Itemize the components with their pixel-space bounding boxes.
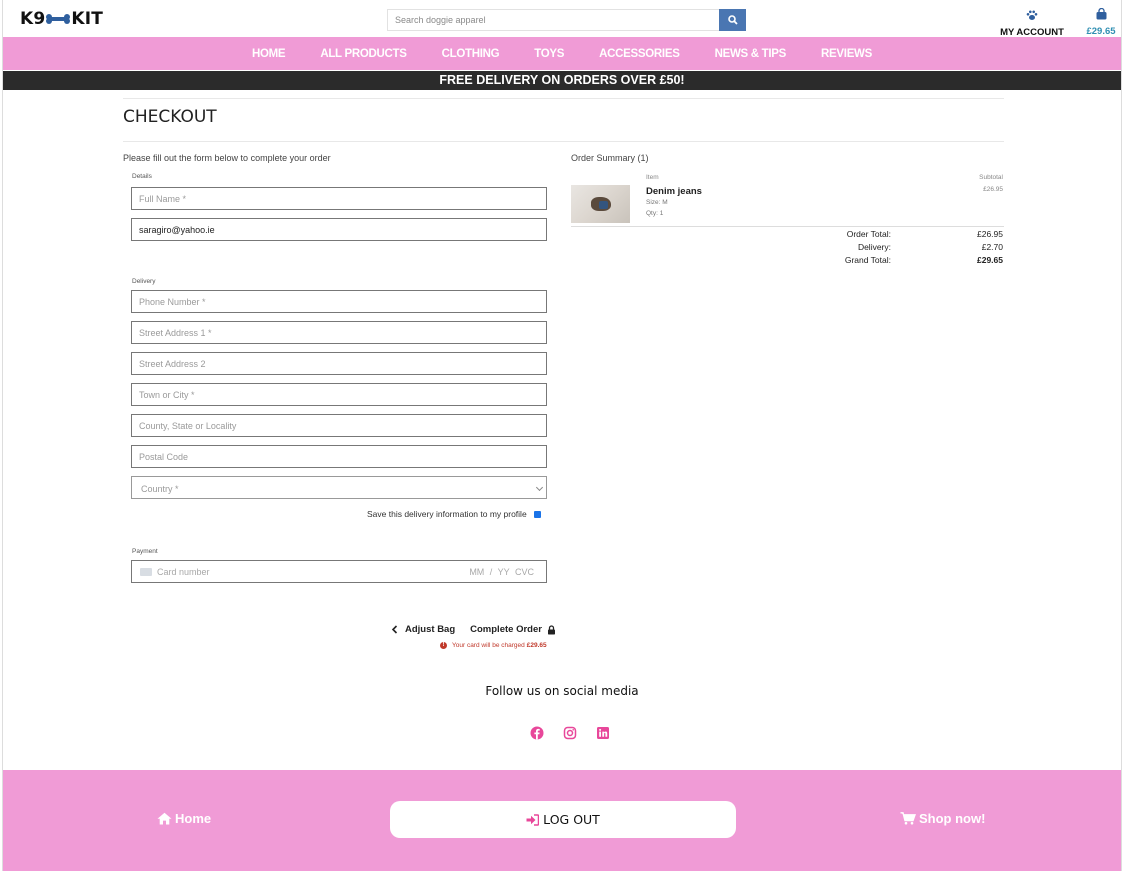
my-account-link[interactable]: MY ACCOUNT <box>1000 8 1064 38</box>
adjust-bag-button[interactable]: Adjust Bag <box>391 624 455 635</box>
bone-icon <box>46 13 71 25</box>
credit-card-icon <box>140 568 152 576</box>
full-name-field[interactable] <box>131 187 547 210</box>
sign-in-icon <box>526 813 540 826</box>
complete-order-button[interactable]: Complete Order <box>470 624 556 635</box>
footer-shop-label: Shop now! <box>919 811 986 826</box>
charge-note: Your card will be charged <box>452 642 525 649</box>
home-icon <box>157 812 172 825</box>
social-heading: Follow us on social media <box>485 684 639 698</box>
form-instructions: Please fill out the form below to comple… <box>123 153 331 163</box>
bag-total: £29.65 <box>1086 26 1116 37</box>
town-city-field[interactable] <box>131 383 547 406</box>
save-info-label: Save this delivery information to my pro… <box>367 509 527 519</box>
street-address-1-field[interactable] <box>131 321 547 344</box>
email-field[interactable] <box>131 218 547 241</box>
nav-home[interactable]: HOME <box>252 48 286 60</box>
nav-news-tips[interactable]: NEWS & TIPS <box>715 48 787 60</box>
linkedin-icon[interactable] <box>596 726 610 740</box>
save-info-row: Save this delivery information to my pro… <box>367 509 541 519</box>
charge-notice: ! Your card will be charged £29.65 <box>440 642 547 649</box>
nav-toys[interactable]: TOYS <box>534 48 564 60</box>
order-summary-title: Order Summary (1) <box>571 153 649 163</box>
shopping-cart-icon <box>900 812 916 825</box>
subtotal-column-header: Subtotal <box>979 174 1003 181</box>
details-legend: Details <box>132 173 152 180</box>
page-title: CHECKOUT <box>123 107 217 127</box>
order-total-label: Order Total: <box>846 229 891 239</box>
divider <box>123 141 1004 142</box>
nav-reviews[interactable]: REVIEWS <box>821 48 872 60</box>
logo-text-right: KIT <box>71 9 104 29</box>
delivery-value: £2.70 <box>981 242 1003 252</box>
complete-order-label: Complete Order <box>470 624 542 635</box>
search-button[interactable] <box>719 9 746 31</box>
item-column-header: Item <box>646 174 659 181</box>
order-total-value: £26.95 <box>977 229 1003 239</box>
main-nav: HOME ALL PRODUCTS CLOTHING TOYS ACCESSOR… <box>3 37 1121 70</box>
grand-total-value: £29.65 <box>977 255 1003 265</box>
item-size: Size: M <box>646 199 668 206</box>
shopping-bag-link[interactable]: £29.65 <box>1083 7 1119 37</box>
nav-clothing[interactable]: CLOTHING <box>442 48 500 60</box>
logout-label: LOG OUT <box>543 812 600 827</box>
item-subtotal: £26.95 <box>983 186 1003 193</box>
card-expiry-cvc-placeholder: MM / YY CVC <box>469 567 534 577</box>
lock-icon <box>547 624 555 634</box>
delivery-legend: Delivery <box>132 278 156 285</box>
county-field[interactable] <box>131 414 547 437</box>
footer-shop-link[interactable]: Shop now! <box>900 811 985 826</box>
card-element[interactable]: Card number MM / YY CVC <box>131 560 547 583</box>
divider <box>123 98 1004 99</box>
card-number-placeholder: Card number <box>157 567 210 577</box>
search-bar <box>387 9 746 31</box>
street-address-2-field[interactable] <box>131 352 547 375</box>
delivery-banner: FREE DELIVERY ON ORDERS OVER £50! <box>3 71 1121 90</box>
logout-button[interactable]: LOG OUT <box>390 801 736 838</box>
grand-total-label: Grand Total: <box>844 255 891 265</box>
summary-divider <box>571 226 1004 227</box>
product-thumbnail <box>571 185 630 223</box>
phone-field[interactable] <box>131 290 547 313</box>
delivery-label: Delivery: <box>857 242 891 252</box>
charge-amount: £29.65 <box>526 642 547 649</box>
item-name: Denim jeans <box>646 186 702 197</box>
facebook-icon[interactable] <box>530 726 544 740</box>
chevron-left-icon <box>391 625 398 634</box>
paw-icon <box>1026 10 1038 20</box>
save-info-checkbox[interactable] <box>533 510 541 518</box>
instagram-icon[interactable] <box>563 726 577 740</box>
nav-accessories[interactable]: ACCESSORIES <box>599 48 680 60</box>
search-input[interactable] <box>387 9 719 31</box>
payment-legend: Payment <box>132 548 158 555</box>
country-select[interactable]: Country * <box>131 476 547 499</box>
nav-all-products[interactable]: ALL PRODUCTS <box>320 48 407 60</box>
country-placeholder: Country * <box>141 484 179 494</box>
chevron-down-icon <box>535 483 544 492</box>
footer-home-link[interactable]: Home <box>157 811 211 826</box>
item-qty: Qty: 1 <box>646 210 664 217</box>
logo-text-left: K9 <box>20 9 46 29</box>
shopping-bag-icon <box>1096 7 1106 20</box>
search-icon <box>727 15 738 25</box>
exclamation-circle-icon: ! <box>440 642 447 649</box>
postcode-field[interactable] <box>131 445 547 468</box>
footer-home-label: Home <box>175 811 212 826</box>
site-logo[interactable]: K9 KIT <box>20 9 103 29</box>
checkout-actions: Adjust Bag Complete Order <box>391 624 556 635</box>
adjust-bag-label: Adjust Bag <box>405 624 456 635</box>
